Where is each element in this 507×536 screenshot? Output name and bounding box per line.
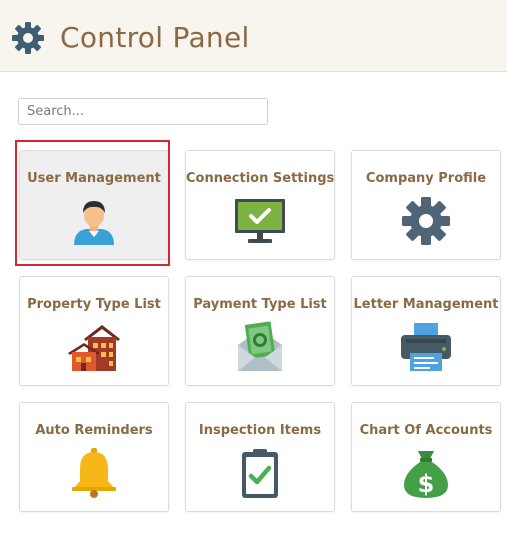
tile-connection-settings[interactable]: Connection Settings (185, 150, 335, 260)
tile-auto-reminders[interactable]: Auto Reminders (19, 402, 169, 512)
tile-label: Chart Of Accounts (359, 423, 493, 438)
tile-label: Inspection Items (198, 423, 322, 438)
tile-inspection-items[interactable]: Inspection Items (185, 402, 335, 512)
tile-label: Property Type List (27, 297, 161, 312)
tile-chart-of-accounts[interactable]: Chart Of Accounts $ (351, 402, 501, 512)
money-bag-icon: $ (404, 451, 448, 498)
money-envelope-icon (238, 321, 282, 371)
bell-icon (72, 448, 116, 498)
tile-label: User Management (27, 171, 161, 186)
buildings-icon (68, 325, 120, 371)
search-input[interactable] (18, 98, 268, 125)
tile-company-profile[interactable]: Company Profile (351, 150, 501, 260)
tile-payment-type-list[interactable]: Payment Type List (185, 276, 335, 386)
tile-user-management[interactable]: User Management (19, 150, 169, 260)
svg-text:$: $ (418, 470, 435, 498)
page-title: Control Panel (60, 21, 250, 54)
tile-label: Auto Reminders (35, 423, 153, 438)
tile-label: Payment Type List (193, 297, 327, 312)
tile-label: Connection Settings (186, 171, 335, 186)
tile-property-type-list[interactable]: Property Type List (19, 276, 169, 386)
gear-icon (12, 22, 44, 54)
user-icon (74, 201, 114, 245)
page-header: Control Panel (0, 0, 507, 72)
tile-label: Letter Management (353, 297, 499, 312)
tile-letter-management[interactable]: Letter Management (351, 276, 501, 386)
tile-label: Company Profile (365, 171, 487, 186)
monitor-check-icon (235, 199, 285, 243)
printer-icon (401, 323, 451, 371)
clipboard-check-icon (242, 449, 278, 498)
gear-icon (402, 197, 450, 245)
